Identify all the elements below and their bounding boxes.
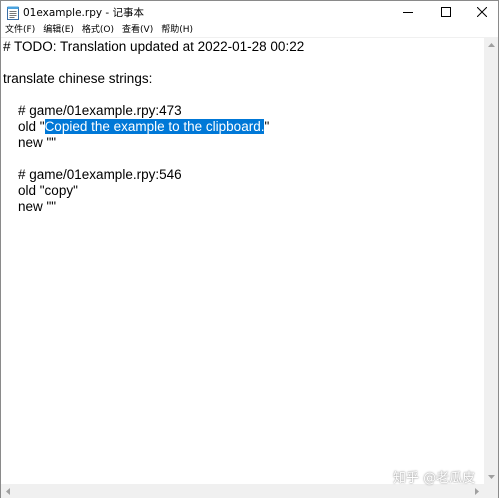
menu-file[interactable]: 文件(F) xyxy=(1,23,39,38)
minimize-button[interactable] xyxy=(391,1,425,23)
notepad-window: 01example.rpy - 记事本 文件(F) 编辑(E) 格式(O) 查看… xyxy=(0,0,499,498)
maximize-button[interactable] xyxy=(429,1,463,23)
scroll-down-arrow-icon[interactable] xyxy=(484,470,498,484)
close-icon xyxy=(477,7,487,17)
horizontal-scrollbar[interactable] xyxy=(1,484,484,498)
editor-line: translate chinese strings: xyxy=(3,71,153,86)
menu-view[interactable]: 查看(V) xyxy=(118,23,157,38)
editor-line: # game/01example.rpy:546 xyxy=(3,167,182,182)
scroll-right-arrow-icon[interactable] xyxy=(470,484,484,498)
scroll-up-arrow-icon[interactable] xyxy=(484,38,498,52)
window-title: 01example.rpy - 记事本 xyxy=(23,7,145,19)
editor-text: " xyxy=(264,119,270,134)
editor-line: old "copy" xyxy=(3,183,78,198)
size-grip[interactable] xyxy=(484,484,498,498)
editor-line-selected: old "Copied the example to the clipboard… xyxy=(3,119,269,135)
text-editor[interactable]: # TODO: Translation updated at 2022-01-2… xyxy=(1,38,484,484)
maximize-icon xyxy=(441,7,451,17)
editor-text: old " xyxy=(3,119,45,134)
editor-line: new "" xyxy=(3,135,57,150)
scroll-left-arrow-icon[interactable] xyxy=(1,484,15,498)
text-selection[interactable]: Copied the example to the clipboard. xyxy=(44,119,265,134)
close-button[interactable] xyxy=(465,1,499,23)
editor-line: # game/01example.rpy:473 xyxy=(3,103,182,118)
menu-format[interactable]: 格式(O) xyxy=(78,23,118,38)
menu-help[interactable]: 帮助(H) xyxy=(157,23,197,38)
editor-line: # TODO: Translation updated at 2022-01-2… xyxy=(3,39,305,54)
menu-bar: 文件(F) 编辑(E) 格式(O) 查看(V) 帮助(H) xyxy=(1,23,498,38)
title-bar[interactable]: 01example.rpy - 记事本 xyxy=(1,1,498,23)
editor-line: new "" xyxy=(3,199,57,214)
vertical-scrollbar[interactable] xyxy=(484,38,498,484)
watermark: 知乎 @老瓜皮 xyxy=(393,471,476,486)
minimize-icon xyxy=(403,12,413,13)
notepad-icon[interactable] xyxy=(7,5,19,20)
menu-edit[interactable]: 编辑(E) xyxy=(39,23,78,38)
